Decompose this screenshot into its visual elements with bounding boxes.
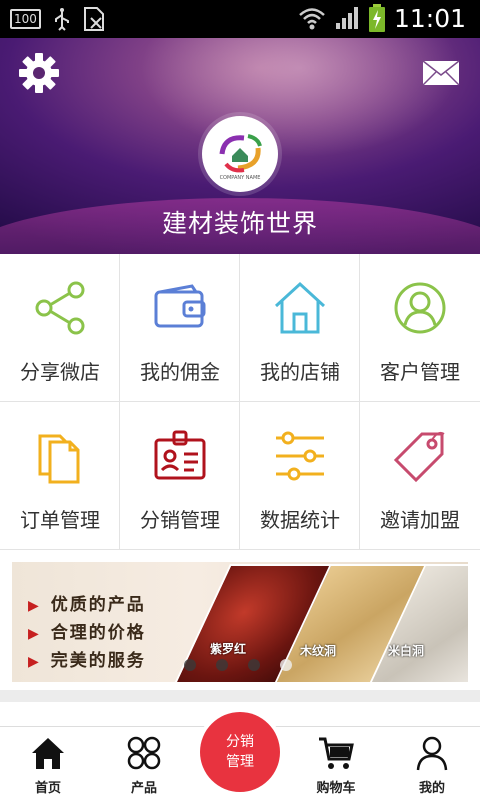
carousel-dot-active[interactable] bbox=[280, 659, 292, 671]
menu-item-label: 我的佣金 bbox=[140, 360, 220, 384]
mail-icon[interactable] bbox=[422, 60, 460, 86]
nav-label: 购物车 bbox=[316, 781, 356, 796]
banner-line: ▶ 优质的产品 bbox=[28, 595, 146, 615]
user-circle-icon bbox=[394, 282, 446, 334]
wallet-icon bbox=[154, 284, 206, 328]
banner-line: ▶ 完美的服务 bbox=[28, 651, 146, 671]
nav-item-products[interactable]: 产品 bbox=[96, 727, 192, 800]
center-button-face: 分销 管理 bbox=[200, 712, 280, 792]
triangle-icon: ▶ bbox=[28, 626, 41, 642]
wifi-icon bbox=[299, 8, 325, 30]
sim-card-icon bbox=[83, 7, 104, 31]
cart-icon bbox=[319, 737, 354, 769]
menu-item-my-commission[interactable]: 我的佣金 bbox=[120, 254, 240, 402]
share-icon bbox=[35, 281, 85, 335]
status-bar: 100 11:01 bbox=[0, 0, 480, 38]
nav-label: 我的 bbox=[418, 781, 445, 796]
sliders-icon bbox=[276, 431, 324, 481]
triangle-icon: ▶ bbox=[28, 654, 41, 670]
usb-icon bbox=[54, 8, 69, 31]
nav-label: 首页 bbox=[34, 781, 61, 796]
carousel-dot[interactable] bbox=[248, 659, 260, 671]
menu-item-customer-management[interactable]: 客户管理 bbox=[360, 254, 480, 402]
store-header: COMPANY NAME 建材装饰世界 bbox=[0, 38, 480, 254]
carousel-dot[interactable] bbox=[184, 659, 196, 671]
nav-item-home[interactable]: 首页 bbox=[0, 727, 96, 800]
header-glow bbox=[140, 38, 460, 158]
logo-caption: COMPANY NAME bbox=[220, 175, 261, 181]
signal-icon bbox=[335, 7, 358, 29]
home-icon bbox=[274, 281, 326, 334]
carousel-dots bbox=[184, 659, 292, 671]
banner-line: ▶ 合理的价格 bbox=[28, 623, 146, 643]
promo-banner[interactable]: ▶ 优质的产品 ▶ 合理的价格 ▶ 完美的服务 紫罗红 木纹洞 米白洞 bbox=[12, 562, 468, 682]
menu-item-order-management[interactable]: 订单管理 bbox=[0, 402, 120, 550]
store-name: 建材装饰世界 bbox=[161, 209, 318, 238]
menu-item-label: 我的店铺 bbox=[260, 360, 340, 384]
person-icon bbox=[416, 736, 448, 771]
menu-item-label: 数据统计 bbox=[260, 508, 340, 532]
screen: 100 11:01 COMPANY NAME 建材装饰世界 分享微店 我的佣金 … bbox=[0, 0, 480, 800]
menu-item-label: 分享微店 bbox=[20, 360, 100, 384]
carousel-dot[interactable] bbox=[216, 659, 228, 671]
store-logo[interactable]: COMPANY NAME bbox=[202, 116, 278, 192]
center-button-line1: 分销 bbox=[226, 734, 254, 750]
menu-item-my-shop[interactable]: 我的店铺 bbox=[240, 254, 360, 402]
menu-item-label: 分销管理 bbox=[140, 508, 220, 532]
menu-item-label: 客户管理 bbox=[380, 360, 460, 384]
menu-item-invite-join[interactable]: 邀请加盟 bbox=[360, 402, 480, 550]
tag-icon bbox=[393, 431, 445, 483]
menu-item-share-shop[interactable]: 分享微店 bbox=[0, 254, 120, 402]
distribution-management-button[interactable]: 分销 管理 bbox=[196, 708, 284, 796]
tile-label: 米白洞 bbox=[388, 644, 425, 658]
status-time: 11:01 bbox=[393, 3, 466, 33]
menu-item-label: 邀请加盟 bbox=[380, 508, 460, 532]
center-button-line2: 管理 bbox=[226, 754, 254, 770]
tile-label: 木纹洞 bbox=[300, 644, 337, 658]
id-badge-icon bbox=[154, 430, 206, 480]
gear-icon[interactable] bbox=[18, 52, 60, 94]
triangle-icon: ▶ bbox=[28, 598, 41, 614]
company-logo-icon: COMPANY NAME bbox=[219, 134, 262, 181]
battery-level-badge: 100 bbox=[10, 9, 41, 29]
documents-icon bbox=[38, 434, 80, 484]
banner-section: ▶ 优质的产品 ▶ 合理的价格 ▶ 完美的服务 紫罗红 木纹洞 米白洞 bbox=[0, 550, 480, 690]
nav-item-cart[interactable]: 购物车 bbox=[288, 727, 384, 800]
section-divider bbox=[0, 690, 480, 702]
menu-item-distribution-management[interactable]: 分销管理 bbox=[120, 402, 240, 550]
tile-label: 紫罗红 bbox=[210, 642, 247, 656]
menu-grid: 分享微店 我的佣金 我的店铺 客户管理 订单管理 分销管理 数据统计 邀请加盟 bbox=[0, 254, 480, 550]
nav-label: 产品 bbox=[130, 781, 157, 796]
battery-charging-icon bbox=[368, 4, 385, 32]
home-icon bbox=[32, 738, 64, 769]
menu-item-label: 订单管理 bbox=[20, 508, 100, 532]
nav-item-mine[interactable]: 我的 bbox=[384, 727, 480, 800]
grid-icon bbox=[127, 736, 161, 770]
menu-item-statistics[interactable]: 数据统计 bbox=[240, 402, 360, 550]
